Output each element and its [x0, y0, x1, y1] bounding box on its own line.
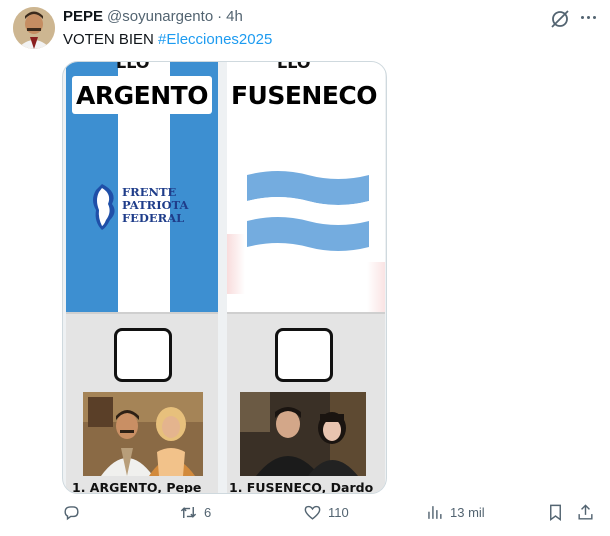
like-button[interactable]: 110	[303, 503, 349, 522]
ballot-left-cut-text: LLO	[116, 61, 150, 72]
retweet-count: 6	[204, 505, 212, 520]
candidate-name-left: 1. ARGENTO, Pepe	[72, 480, 202, 494]
watermark-right	[367, 262, 385, 312]
party-name-left: ARGENTO	[76, 80, 208, 110]
candidate-name-right: 1. FUSENECO, Dardo	[229, 480, 374, 494]
bookmark-icon	[550, 504, 561, 522]
argentina-map-logo	[93, 184, 115, 230]
party-name-box-left: ARGENTO	[72, 76, 212, 114]
party-name-box-right: FUSENECO	[229, 76, 379, 114]
reply-icon	[64, 506, 79, 521]
party-name-right: FUSENECO	[230, 80, 378, 110]
like-count: 110	[328, 505, 349, 520]
views-button[interactable]: 13 mil	[425, 503, 485, 522]
tweet-text: VOTEN BIEN #Elecciones2025	[63, 31, 272, 48]
avatar[interactable]	[13, 7, 55, 49]
tweet-header: PEPE @soyunargento · 4h	[63, 8, 243, 25]
action-bar: 6 110 13 mil	[62, 503, 602, 531]
more-icon[interactable]	[581, 16, 596, 19]
reply-button[interactable]	[62, 503, 87, 522]
ballot-left: LLO ARGENTO FRENTE PATRIOTA FEDERAL 1. A…	[66, 61, 218, 494]
flag-graphic	[247, 171, 369, 251]
grok-icon[interactable]	[549, 8, 571, 30]
separator-dot: ·	[217, 8, 223, 25]
like-icon	[304, 505, 321, 520]
avatar-image	[13, 7, 55, 49]
views-icon	[428, 506, 442, 519]
share-icon	[578, 504, 593, 520]
vote-checkbox-left[interactable]	[114, 328, 172, 382]
tweet-media[interactable]: LLO ARGENTO FRENTE PATRIOTA FEDERAL 1. A…	[62, 61, 387, 494]
party-logo: FRENTE PATRIOTA FEDERAL	[88, 182, 208, 234]
bookmark-button[interactable]	[546, 503, 565, 522]
tweet-time[interactable]: 4h	[226, 8, 243, 25]
share-button[interactable]	[576, 503, 595, 522]
tweet-text-plain: VOTEN BIEN	[63, 31, 159, 48]
retweet-icon	[180, 506, 197, 519]
author-name[interactable]: PEPE	[63, 8, 103, 25]
vote-checkbox-right[interactable]	[275, 328, 333, 382]
watermark-left	[227, 234, 245, 294]
ballot-right-cut-text: LLO	[277, 61, 311, 72]
candidate-photo-left	[83, 392, 203, 476]
retweet-button[interactable]: 6	[179, 503, 211, 522]
logo-line-3: FEDERAL	[122, 211, 185, 225]
hashtag-link[interactable]: #Elecciones2025	[158, 31, 272, 48]
candidate-photo-right	[240, 392, 366, 476]
author-handle[interactable]: @soyunargento	[107, 8, 213, 25]
ballot-right: LLO FUSENECO 1. FUSENECO, Dardo	[227, 61, 385, 494]
views-count: 13 mil	[450, 505, 485, 520]
